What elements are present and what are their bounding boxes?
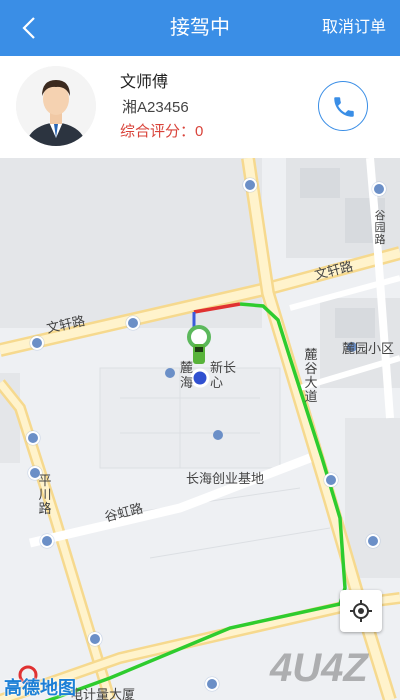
driver-card: 文师傅 湘A23456 综合评分：0 xyxy=(0,56,400,158)
poi-label: 电计量大厦 xyxy=(70,687,136,700)
bus-stop-icon xyxy=(88,632,102,646)
map-view[interactable]: 文轩路 文轩路 谷虹路 平川路 麓谷大道 谷园路 麓 新长 海 心 长海创业基地… xyxy=(0,158,400,700)
driver-name: 文师傅 xyxy=(120,74,169,91)
road-label: 麓谷大道 xyxy=(304,347,318,404)
bus-stop-icon xyxy=(205,677,219,691)
license-plate: 湘A23456 xyxy=(122,99,189,116)
rating-label: 综合评分： xyxy=(120,123,196,140)
map-provider-logo: 高德地图 xyxy=(4,678,76,698)
rating-value: 0 xyxy=(195,123,204,140)
cancel-order-button[interactable]: 取消订单 xyxy=(322,0,386,56)
locate-icon xyxy=(350,600,372,622)
phone-icon xyxy=(334,97,354,117)
poi-marker xyxy=(165,368,175,378)
locate-button[interactable] xyxy=(340,590,382,632)
bus-stop-icon xyxy=(26,431,40,445)
bus-stop-icon xyxy=(30,336,44,350)
poi-label: 海 xyxy=(180,375,194,390)
poi-label: 长海创业基地 xyxy=(186,471,265,486)
my-location-dot xyxy=(190,368,210,388)
bus-stop-icon xyxy=(366,534,380,548)
bus-stop-icon xyxy=(40,534,54,548)
bus-stop-icon xyxy=(126,316,140,330)
poi-label: 麓园小区 xyxy=(342,341,395,356)
bus-stop-icon xyxy=(243,178,257,192)
driver-rating: 综合评分：0 xyxy=(120,120,203,141)
poi-label: 心 xyxy=(210,375,224,390)
call-driver-button[interactable] xyxy=(318,81,368,131)
road-label: 平川路 xyxy=(38,473,52,516)
road-label: 谷园路 xyxy=(374,210,386,246)
title-bar: 接驾中 取消订单 xyxy=(0,0,400,56)
bus-stop-icon xyxy=(324,473,338,487)
driver-avatar xyxy=(16,66,96,146)
watermark: 4U4Z xyxy=(270,646,368,690)
bus-stop-icon xyxy=(372,182,386,196)
poi-marker xyxy=(213,430,223,440)
